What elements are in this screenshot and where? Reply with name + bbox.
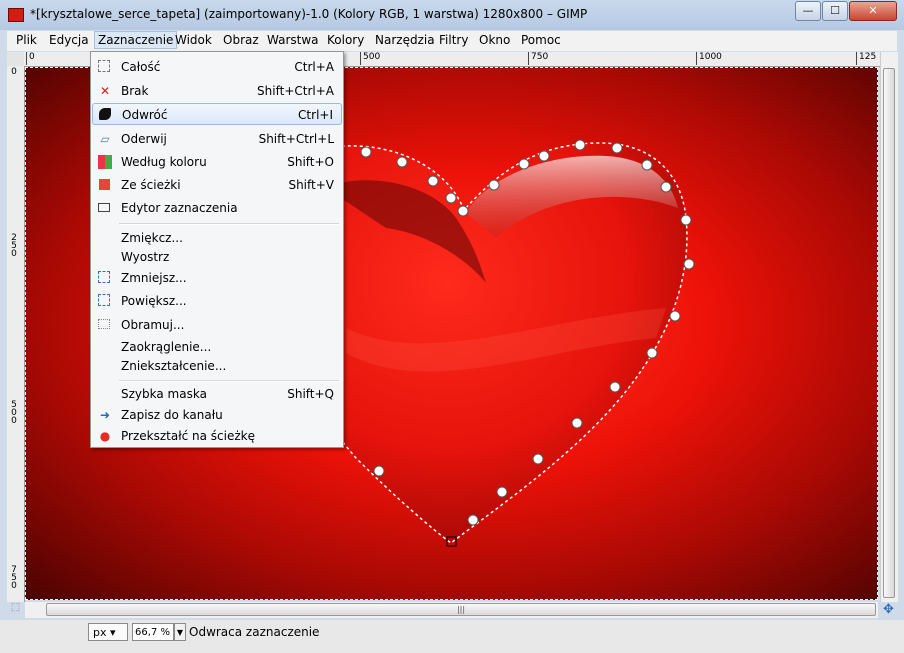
invert-icon — [99, 108, 111, 120]
horizontal-scrollbar[interactable]: ||| — [25, 602, 878, 618]
menu-item-ze-sciezki[interactable]: Ze ścieżki Shift+V — [92, 174, 342, 196]
menu-item-label: Zaokrąglenie... — [121, 340, 212, 354]
window-titlebar: *[krysztalowe_serce_tapeta] (zaimportowa… — [0, 0, 904, 30]
menu-item-obramuj[interactable]: Obramuj... — [92, 314, 342, 336]
menu-item-label: Całość — [121, 60, 161, 74]
menu-obraz[interactable]: Obraz — [223, 33, 259, 47]
menu-narzedzia[interactable]: Narzędzia — [375, 33, 435, 47]
menu-item-znieksztalcenie[interactable]: Zniekształcenie... — [92, 355, 342, 377]
maximize-button[interactable]: ☐ — [822, 1, 848, 21]
vertical-scroll-thumb[interactable] — [883, 68, 895, 598]
menu-item-wedlug-koloru[interactable]: Według koloru Shift+O — [92, 151, 342, 173]
ruler-tick: 1000 — [696, 52, 722, 65]
horizontal-scroll-thumb[interactable]: ||| — [46, 603, 876, 616]
zoom-dropdown-arrow-icon[interactable]: ▼ — [174, 623, 186, 641]
menu-item-brak[interactable]: ✕ Brak Shift+Ctrl+A — [92, 80, 342, 102]
menu-item-szybka-maska[interactable]: Szybka maska Shift+Q — [92, 383, 342, 405]
save-channel-icon: ➜ — [99, 408, 111, 422]
menu-item-shortcut: Ctrl+A — [294, 60, 334, 74]
ruler-tick: 500 — [360, 52, 380, 65]
menu-item-zmniejsz[interactable]: Zmniejsz... — [92, 267, 342, 289]
grow-icon — [98, 294, 110, 306]
by-color-icon — [98, 155, 112, 169]
menu-item-shortcut: Shift+Ctrl+A — [257, 84, 334, 98]
ruler-tick: 0 — [26, 52, 35, 65]
menu-item-label: Oderwij — [121, 132, 167, 146]
float-icon: ▱ — [100, 132, 110, 146]
menu-pomoc[interactable]: Pomoc — [521, 33, 561, 47]
vertical-scrollbar[interactable] — [880, 52, 898, 602]
menu-item-label: Zmniejsz... — [121, 271, 187, 285]
status-message: Odwraca zaznaczenie — [189, 625, 320, 639]
gimp-app-icon — [8, 8, 24, 22]
vertical-ruler[interactable]: 0 250 500 750 — [7, 66, 25, 602]
menu-item-label: Brak — [121, 84, 149, 98]
menu-item-przeksztalc-na-sciezke[interactable]: ● Przekształć na ścieżkę — [92, 425, 342, 447]
menu-okno[interactable]: Okno — [479, 33, 510, 47]
menu-widok[interactable]: Widok — [175, 33, 212, 47]
ruler-tick: 250 — [11, 233, 17, 259]
menu-item-oderwij[interactable]: ▱ Oderwij Shift+Ctrl+L — [92, 128, 342, 150]
menu-item-label: Powiększ... — [121, 294, 187, 308]
menu-warstwa[interactable]: Warstwa — [267, 33, 319, 47]
menu-edycja[interactable]: Edycja — [49, 33, 89, 47]
menu-item-zapisz-do-kanalu[interactable]: ➜ Zapisz do kanału — [92, 404, 342, 426]
menu-separator — [119, 223, 339, 225]
menu-item-wyostrz[interactable]: Wyostrz — [92, 246, 342, 268]
ruler-tick: 0 — [11, 67, 17, 77]
menu-item-label: Według koloru — [121, 155, 207, 169]
menu-item-label: Zapisz do kanału — [121, 408, 223, 422]
from-path-icon — [99, 179, 110, 190]
ruler-tick: 750 — [528, 52, 548, 65]
menu-item-label: Szybka maska — [121, 387, 207, 401]
menu-plik[interactable]: Plik — [16, 33, 37, 47]
unit-select[interactable]: px ▾ — [88, 623, 128, 641]
to-path-icon: ● — [99, 429, 111, 443]
menubar: Plik Edycja Zaznaczenie Widok Obraz Wars… — [7, 31, 897, 51]
ruler-tick: 125 — [856, 52, 876, 65]
menu-item-odwroc[interactable]: Odwróć Ctrl+I — [92, 103, 342, 125]
ruler-corner[interactable] — [7, 52, 25, 67]
menu-item-label: Odwróć — [122, 108, 168, 122]
menu-item-label: Zmiękcz... — [121, 231, 183, 245]
unit-value: px — [93, 626, 107, 639]
menu-item-shortcut: Shift+V — [288, 178, 334, 192]
minimize-button[interactable]: — — [795, 1, 821, 21]
menu-item-label: Ze ścieżki — [121, 178, 181, 192]
menu-zaznaczenie[interactable]: Zaznaczenie — [94, 31, 178, 49]
select-none-icon: ✕ — [99, 84, 111, 98]
menu-kolory[interactable]: Kolory — [327, 33, 364, 47]
menu-item-label: Obramuj... — [121, 318, 185, 332]
menu-item-edytor-zaznaczenia[interactable]: Edytor zaznaczenia — [92, 197, 342, 219]
menu-item-shortcut: Shift+O — [287, 155, 334, 169]
menu-item-shortcut: Shift+Ctrl+L — [258, 132, 334, 146]
menu-item-powieksz[interactable]: Powiększ... — [92, 290, 342, 312]
menu-item-shortcut: Ctrl+I — [298, 108, 333, 122]
menu-item-label: Zniekształcenie... — [121, 359, 227, 373]
menu-item-label: Edytor zaznaczenia — [121, 201, 238, 215]
zaznaczenie-menu: Całość Ctrl+A ✕ Brak Shift+Ctrl+A Odwróć… — [90, 51, 344, 448]
ruler-tick: 750 — [11, 565, 17, 591]
menu-item-label: Wyostrz — [121, 250, 170, 264]
menu-item-shortcut: Shift+Q — [287, 387, 334, 401]
border-icon — [98, 319, 110, 329]
quick-mask-toggle-icon[interactable]: ⬚ — [7, 602, 24, 618]
window-title: *[krysztalowe_serce_tapeta] (zaimportowa… — [30, 7, 588, 21]
select-all-icon — [98, 60, 110, 72]
menu-separator — [119, 380, 339, 382]
navigate-icon[interactable]: ✥ — [880, 602, 897, 618]
zoom-input[interactable]: 66,7 % — [132, 623, 174, 641]
statusbar: px ▾ 66,7 % ▼ Odwraca zaznaczenie — [0, 620, 904, 653]
menu-filtry[interactable]: Filtry — [439, 33, 468, 47]
close-button[interactable]: ✕ — [849, 1, 897, 21]
menu-item-label: Przekształć na ścieżkę — [121, 429, 255, 443]
shrink-icon — [98, 271, 110, 283]
menu-item-calosc[interactable]: Całość Ctrl+A — [92, 56, 342, 78]
ruler-tick: 500 — [11, 400, 17, 426]
selection-editor-icon — [98, 203, 110, 212]
